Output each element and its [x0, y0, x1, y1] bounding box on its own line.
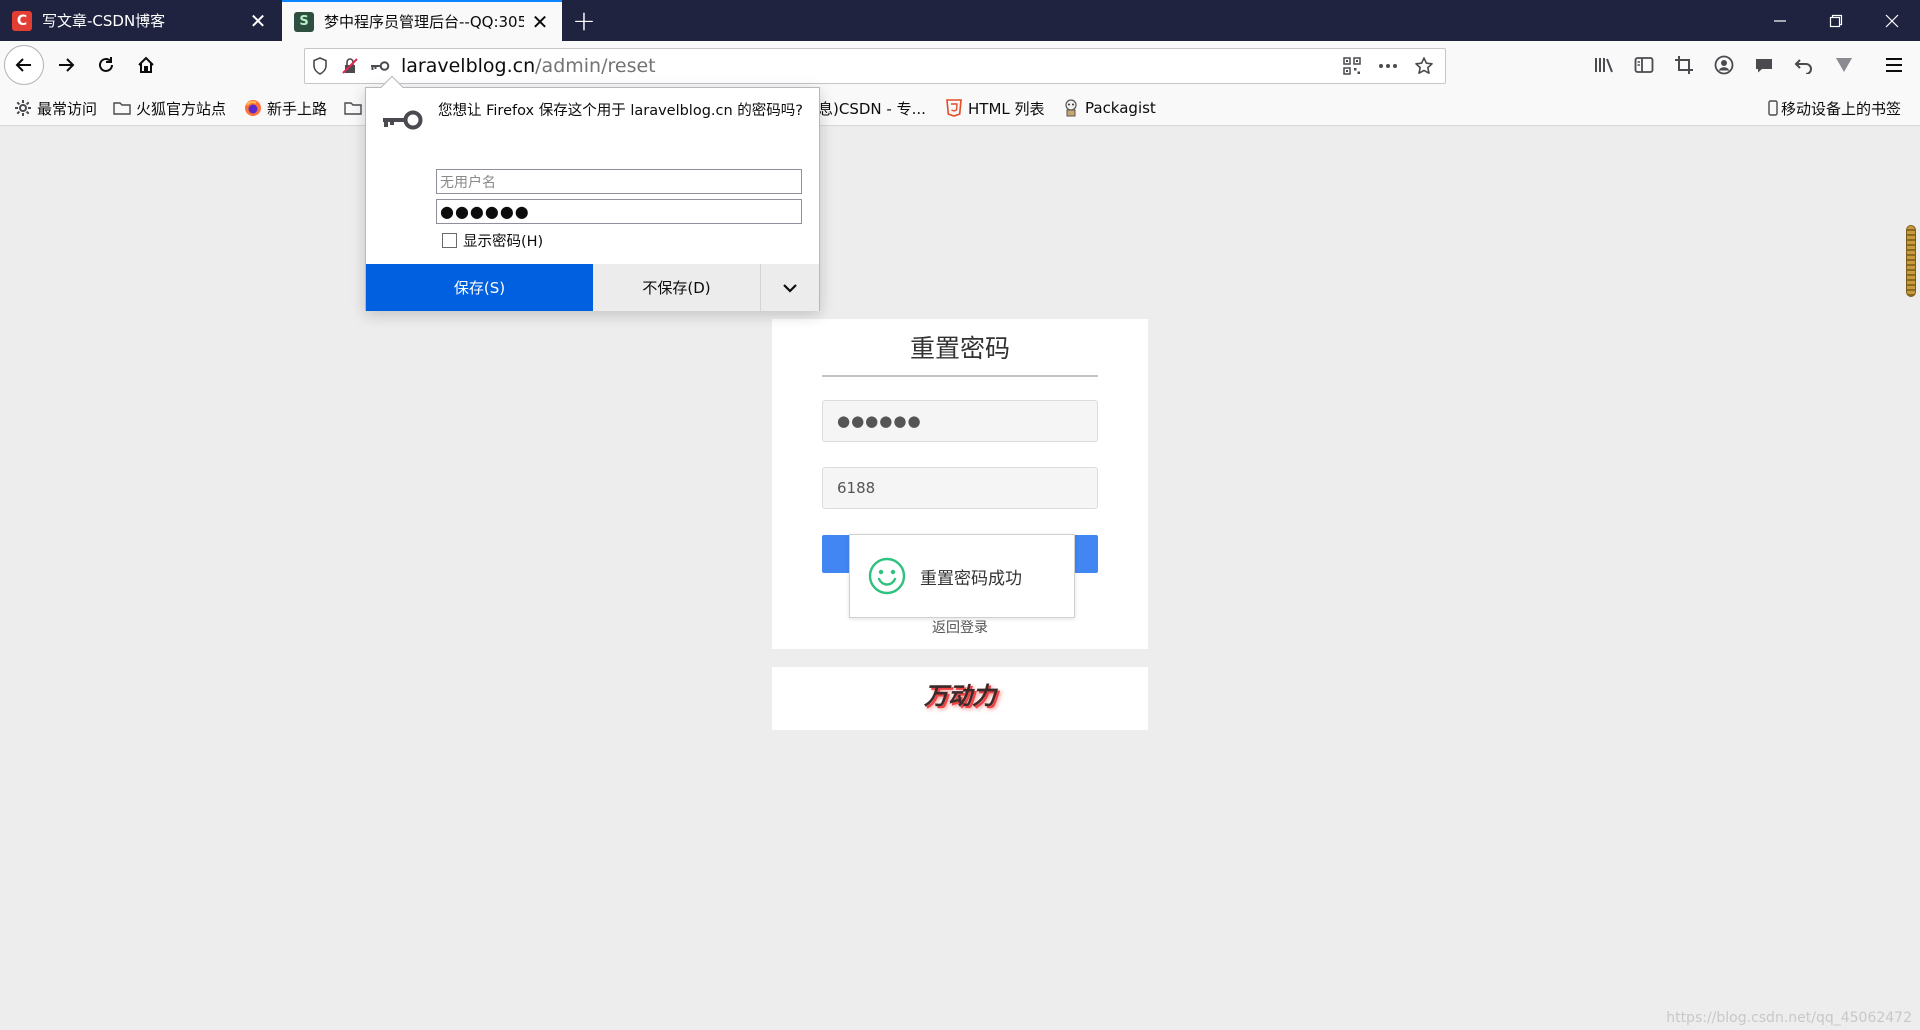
brand-logo-text: 万动力 [924, 681, 996, 710]
bookmark-html-list[interactable]: HTML 列表 [945, 96, 1045, 120]
tab-csdn[interactable]: C 写文章-CSDN博客 ✕ [0, 0, 280, 41]
csdn-favicon-icon: C [12, 10, 32, 31]
bookmark-getting-started[interactable]: 新手上路 [244, 96, 327, 120]
tab-admin[interactable]: S 梦中程序员管理后台--QQ:305 ✕ [282, 0, 562, 41]
undo-icon[interactable] [1786, 47, 1822, 83]
bookmark-label: 息)CSDN - 专... [818, 99, 926, 118]
site-favicon-icon: S [294, 11, 314, 32]
window-close-icon[interactable] [1864, 0, 1920, 41]
bookmark-label: 新手上路 [267, 99, 328, 118]
show-password-checkbox[interactable]: 显示密码(H) [442, 230, 543, 251]
bookmarks-toolbar: 最常访问 火狐官方站点 新手上路 息)CSDN - 专... HTML 列表 P… [0, 89, 1920, 126]
folder-icon [113, 99, 131, 117]
bookmark-label: 最常访问 [37, 99, 98, 118]
hamburger-menu-icon[interactable] [1876, 47, 1912, 83]
bookmark-packagist[interactable]: Packagist [1062, 96, 1156, 120]
forward-arrow-icon [59, 58, 75, 72]
checkbox-box[interactable] [442, 233, 457, 248]
library-icon[interactable] [1586, 47, 1622, 83]
tab-label: 梦中程序员管理后台--QQ:305 [324, 13, 524, 31]
watermark: https://blog.csdn.net/qq_45062472 [1666, 1010, 1912, 1026]
bookmark-csdn[interactable]: 息)CSDN - 专... [818, 96, 926, 120]
save-button[interactable]: 保存(S) [366, 264, 593, 311]
bookmark-folder[interactable] [344, 96, 367, 120]
new-password-field[interactable]: ●●●●●● [822, 400, 1098, 442]
popup-message: 您想让 Firefox 保存这个用于 laravelblog.cn 的密码吗? [438, 103, 803, 119]
tab-bar: C 写文章-CSDN博客 ✕ S 梦中程序员管理后台--QQ:305 ✕ + [0, 0, 1920, 41]
more-options-button[interactable] [761, 264, 819, 311]
sidebar-icon[interactable] [1626, 47, 1662, 83]
html5-icon [945, 99, 963, 117]
page-content: 重置密码 ●●●●●● 6188 返回登录 重置密码成功 万动力 https:/… [0, 127, 1920, 1030]
back-button[interactable] [4, 45, 44, 85]
key-icon [383, 110, 423, 130]
tab-label: 写文章-CSDN博客 [42, 12, 166, 30]
minimize-icon[interactable] [1752, 0, 1808, 41]
bookmark-label: HTML 列表 [968, 99, 1045, 118]
save-password-popup: 您想让 Firefox 保存这个用于 laravelblog.cn 的密码吗? … [365, 75, 820, 311]
url-text[interactable]: laravelblog.cn/admin/reset [401, 55, 656, 77]
bookmark-star-icon[interactable] [1407, 49, 1441, 83]
bookmark-label: 移动设备上的书签 [1781, 99, 1902, 118]
show-password-label: 显示密码(H) [463, 234, 544, 250]
mobile-bookmarks[interactable]: 移动设备上的书签 [1768, 96, 1901, 120]
navigation-toolbar: laravelblog.cn/admin/reset [0, 41, 1920, 89]
success-toast: 重置密码成功 [849, 534, 1075, 618]
gear-icon [14, 99, 32, 117]
home-button[interactable] [128, 47, 164, 83]
firefox-icon [244, 99, 262, 117]
extension-v-icon[interactable] [1826, 47, 1862, 83]
page-actions-icon[interactable] [1371, 49, 1405, 83]
back-to-login-link[interactable]: 返回登录 [772, 617, 1148, 637]
restore-icon[interactable] [1808, 0, 1864, 41]
username-field[interactable]: 无用户名 [436, 169, 802, 194]
dont-save-button[interactable]: 不保存(D) [593, 264, 761, 311]
reload-icon [99, 57, 113, 72]
page-title: 重置密码 [822, 329, 1098, 377]
bookmark-most-visited[interactable]: 最常访问 [14, 96, 97, 120]
url-host: laravelblog.cn [401, 55, 536, 77]
tracking-shield-icon[interactable] [305, 49, 335, 83]
close-tab-icon[interactable]: ✕ [530, 10, 550, 34]
account-icon[interactable] [1706, 47, 1742, 83]
url-path: /admin/reset [535, 55, 656, 77]
crop-screenshot-icon[interactable] [1666, 47, 1702, 83]
reload-button[interactable] [88, 47, 124, 83]
popup-footer: 保存(S) 不保存(D) [366, 264, 819, 311]
home-icon [138, 56, 154, 73]
close-tab-icon[interactable]: ✕ [248, 9, 268, 33]
folder-icon [344, 99, 362, 117]
url-bar[interactable]: laravelblog.cn/admin/reset [304, 48, 1446, 84]
toast-message: 重置密码成功 [920, 568, 1022, 589]
chevron-down-icon [783, 283, 797, 293]
bookmark-label: Packagist [1085, 99, 1156, 117]
password-field[interactable]: ●●●●●● [436, 199, 802, 224]
brand-card: 万动力 [772, 667, 1148, 730]
new-tab-button[interactable]: + [568, 4, 600, 37]
scrollbar-thumb[interactable] [1906, 225, 1916, 297]
mobile-device-icon [1768, 99, 1778, 117]
back-arrow-icon [15, 58, 31, 72]
bookmark-label: 火狐官方站点 [136, 99, 227, 118]
verification-code-field[interactable]: 6188 [822, 467, 1098, 509]
insecure-lock-icon[interactable] [335, 49, 365, 83]
forward-button[interactable] [48, 47, 84, 83]
chat-icon[interactable] [1746, 47, 1782, 83]
qr-code-icon[interactable] [1335, 49, 1369, 83]
packagist-icon [1062, 99, 1080, 117]
bookmark-firefox-site[interactable]: 火狐官方站点 [113, 96, 226, 120]
smile-icon [868, 557, 906, 595]
